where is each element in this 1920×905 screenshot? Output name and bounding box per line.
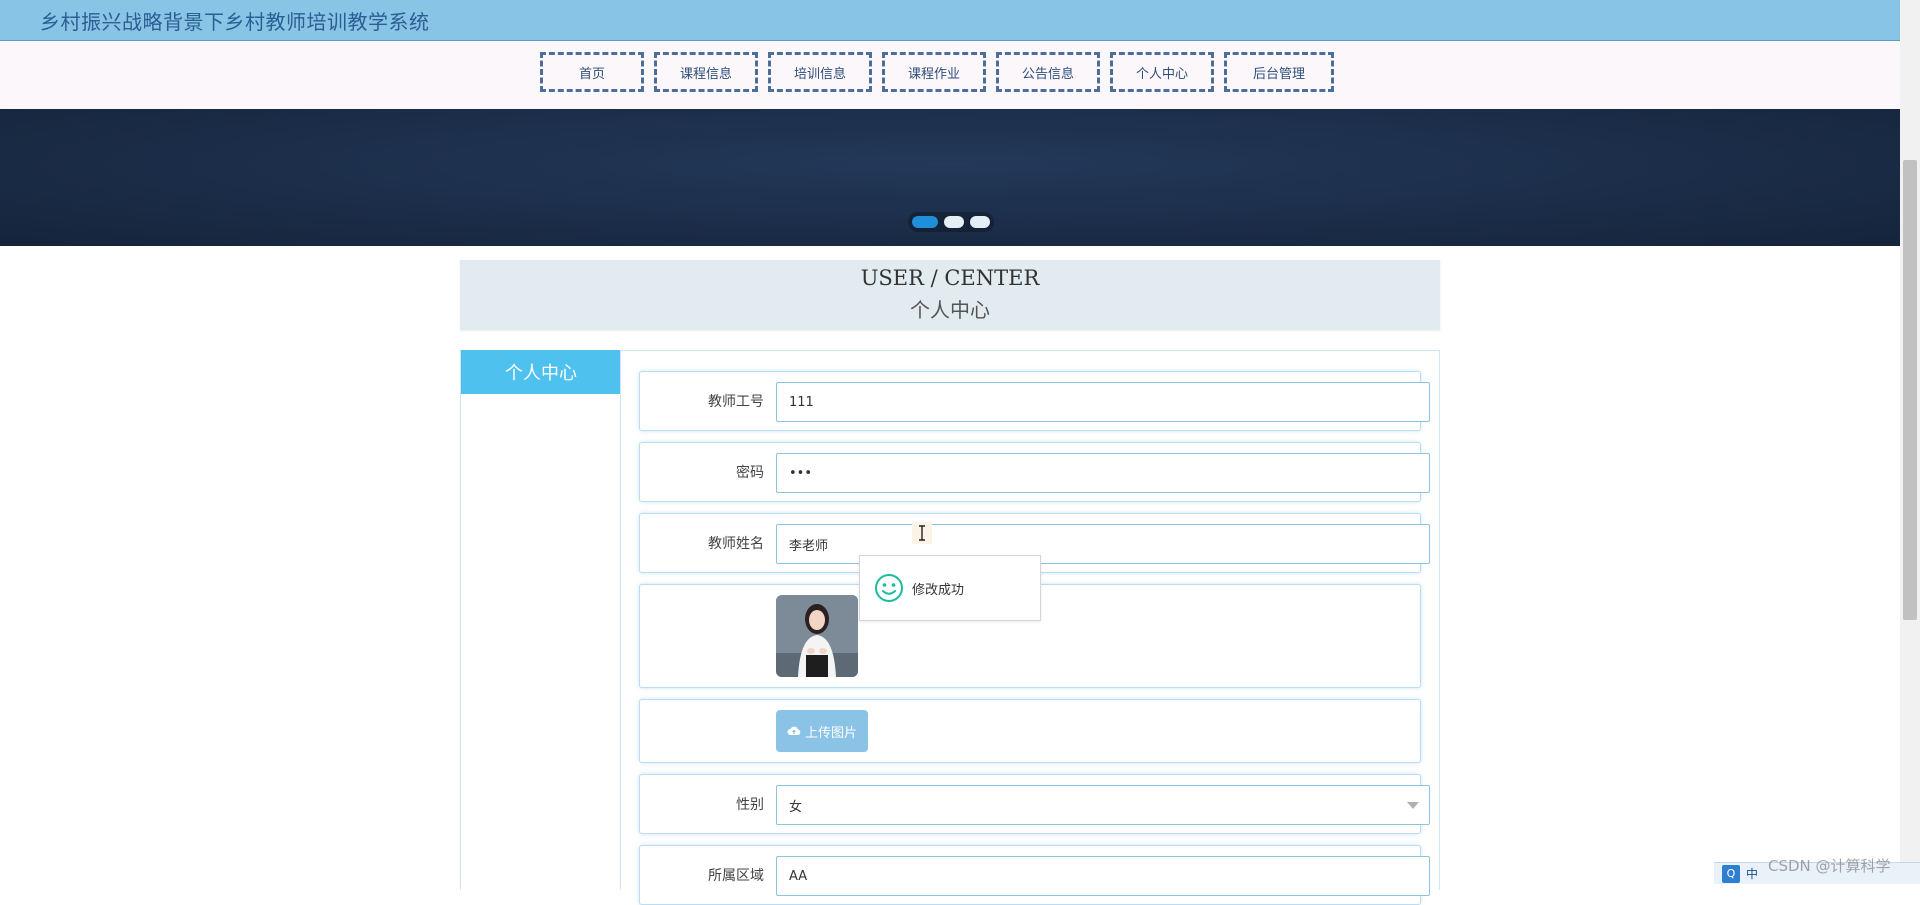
chevron-down-icon [1407,802,1419,809]
form-row-region: 所属区域 AA [639,845,1430,905]
password-label: 密码 [736,465,764,481]
avatar-image [776,595,858,677]
form-row-password: 密码 ••• [639,442,1430,502]
form-row-upload: 上传图片 [639,699,1421,763]
nav-item-homework[interactable]: 课程作业 [882,52,986,92]
carousel-dot-3[interactable] [970,216,990,228]
nav-item-courses[interactable]: 课程信息 [654,52,758,92]
upload-image-label: 上传图片 [804,725,857,741]
region-input[interactable]: AA [776,856,1430,896]
sidebar-item-user-center[interactable]: 个人中心 [461,350,621,394]
gender-selected-value: 女 [789,799,803,815]
nav-item-home[interactable]: 首页 [540,52,644,92]
carousel-dot-2[interactable] [944,216,964,228]
password-input[interactable]: ••• [776,453,1430,493]
carousel-dot-1[interactable] [912,216,938,228]
nav-item-training[interactable]: 培训信息 [768,52,872,92]
gender-label: 性别 [736,797,764,813]
page-scrollbar[interactable] [1900,0,1920,884]
teacher-id-input[interactable]: 111 [776,382,1430,422]
section-title-cn: 个人中心 [910,298,990,322]
banner-carousel [0,109,1900,246]
text-cursor-icon [912,522,932,544]
site-title: 乡村振兴战略背景下乡村教师培训教学系统 [40,10,430,34]
main-nav: 首页 课程信息 培训信息 课程作业 公告信息 个人中心 后台管理 [0,41,1900,109]
ime-indicator[interactable]: 中 [1746,865,1758,882]
teacher-name-label: 教师姓名 [708,536,764,552]
gender-select[interactable]: 女 [776,785,1430,825]
site-header: 乡村振兴战略背景下乡村教师培训教学系统 [0,0,1900,41]
section-title-en: USER / CENTER [860,266,1040,290]
cloud-upload-icon [787,726,801,735]
section-title: USER / CENTER 个人中心 [460,260,1440,330]
nav-item-admin[interactable]: 后台管理 [1224,52,1334,92]
sidebar: 个人中心 [460,350,621,890]
upload-image-button[interactable]: 上传图片 [776,710,868,752]
nav-item-announcements[interactable]: 公告信息 [996,52,1100,92]
nav-list: 首页 课程信息 培训信息 课程作业 公告信息 个人中心 后台管理 [540,52,1334,92]
smile-icon [875,574,903,602]
watermark: CSDN @计算科学 [1768,857,1891,875]
avatar [776,595,858,677]
nav-item-user-center[interactable]: 个人中心 [1110,52,1214,92]
region-label: 所属区域 [708,868,764,884]
carousel-indicators [908,212,994,232]
toast-message: 修改成功 [912,582,965,598]
success-toast: 修改成功 [859,555,1041,621]
teacher-id-label: 教师工号 [708,394,764,410]
form-row-gender: 性别 女 [639,774,1430,834]
tray-q-icon[interactable]: Q [1722,864,1740,883]
form-row-teacher-id: 教师工号 111 [639,371,1430,431]
scrollbar-thumb[interactable] [1903,160,1917,620]
